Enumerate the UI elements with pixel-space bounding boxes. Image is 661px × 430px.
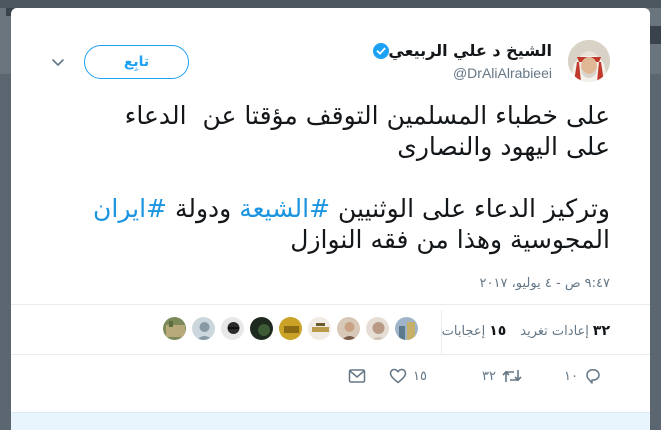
tweet-line: وتركيز الدعاء على الوثنيين: [330, 194, 610, 223]
background-top-bar: [0, 0, 661, 8]
retweet-button[interactable]: ٣٢: [482, 368, 522, 384]
liker-avatar[interactable]: [220, 316, 245, 341]
liker-avatar[interactable]: [307, 316, 332, 341]
reply-icon: [586, 369, 600, 384]
liker-avatar[interactable]: [249, 316, 274, 341]
likers-avatars: [162, 316, 423, 342]
liker-avatar[interactable]: [394, 316, 419, 341]
author-handle[interactable]: @DrAliAlrabieei: [453, 65, 552, 81]
retweets-count: ٣٢: [592, 323, 610, 339]
reply-button[interactable]: ١٠: [564, 368, 602, 384]
tweet-line: ودولة: [167, 194, 240, 223]
divider: [11, 304, 650, 305]
tweet-modal: الشيخ د علي الربيعي @DrAliAlrabieei تابِ…: [11, 8, 650, 430]
like-button[interactable]: ١٥: [389, 368, 427, 384]
likes-label: إعجابات: [441, 323, 486, 339]
heart-icon: [389, 368, 407, 384]
liker-avatar[interactable]: [336, 316, 361, 341]
chevron-down-icon[interactable]: [51, 58, 65, 68]
reply-box[interactable]: [11, 412, 650, 430]
tweet-stats: ٣٢ إعادات تغريد ١٥ إعجابات: [442, 316, 610, 346]
tweet-text: على خطباء المسلمين التوقف مؤقتا عن الدعا…: [30, 100, 610, 255]
tweet-line: على اليهود والنصارى: [397, 132, 610, 161]
tweet-line: المجوسية وهذا من فقه النوازل: [290, 225, 610, 254]
tweet-timestamp[interactable]: ٩:٤٧ ص - ٤ يوليو، ٢٠١٧: [480, 276, 610, 291]
stats-separator: [441, 310, 442, 354]
likes-count: ١٥: [489, 323, 507, 339]
retweets-label: إعادات تغريد: [520, 323, 589, 339]
tweet-actions: ١٥ ٣٢ ١٠: [11, 368, 650, 392]
liker-avatar[interactable]: [278, 316, 303, 341]
follow-button[interactable]: تابِع: [84, 45, 189, 79]
liker-avatar[interactable]: [365, 316, 390, 341]
author-name[interactable]: الشيخ د علي الربيعي: [388, 41, 552, 60]
tweet-line: على خطباء المسلمين التوقف مؤقتا عن الدعا…: [124, 101, 610, 130]
liker-avatar[interactable]: [191, 316, 216, 341]
message-button[interactable]: [348, 368, 366, 384]
verified-badge-icon: [373, 43, 389, 59]
retweet-count: ٣٢: [482, 368, 496, 384]
likes-stat[interactable]: ١٥ إعجابات: [442, 323, 507, 339]
reply-count: ١٠: [564, 368, 578, 384]
divider: [11, 354, 650, 355]
hashtag-link[interactable]: #الشيعة: [239, 194, 330, 223]
retweets-stat[interactable]: ٣٢ إعادات تغريد: [520, 323, 610, 339]
liker-avatar[interactable]: [162, 316, 187, 341]
message-icon: [348, 369, 366, 383]
like-count: ١٥: [413, 368, 427, 384]
author-avatar[interactable]: [568, 40, 610, 82]
background-element: [649, 26, 661, 44]
retweet-icon: [502, 370, 522, 382]
hashtag-link[interactable]: #ايران: [93, 194, 167, 223]
